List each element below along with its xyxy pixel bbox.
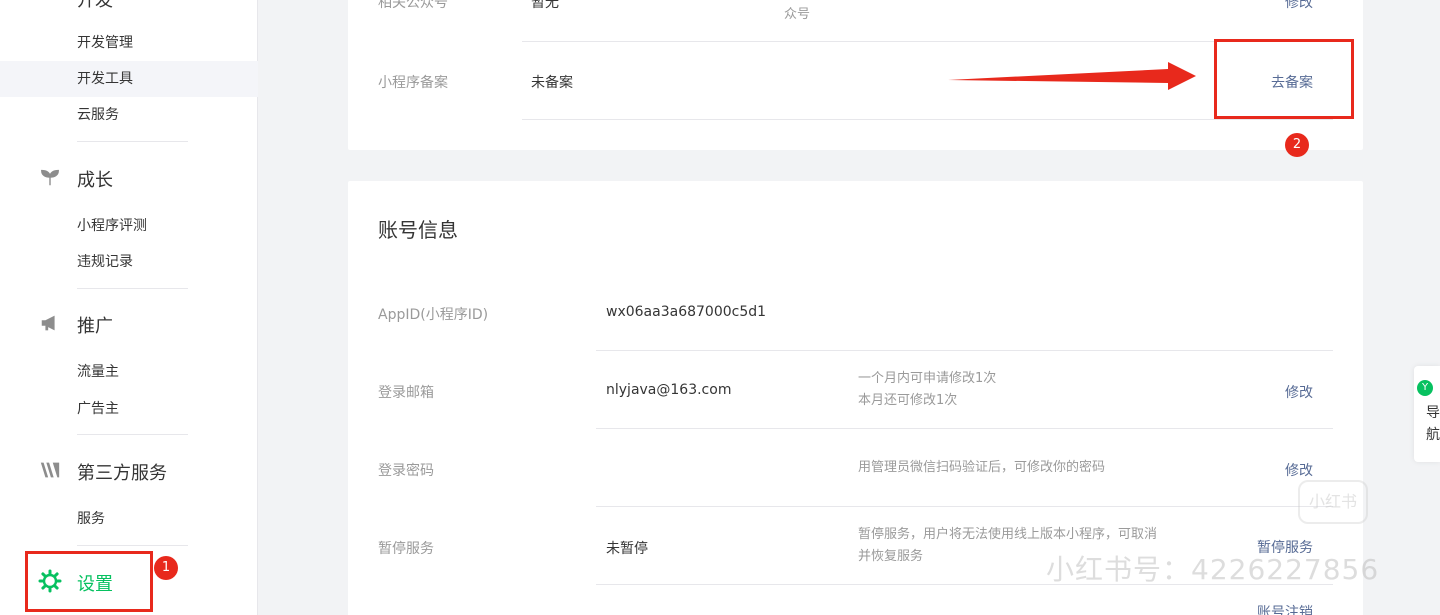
sidebar-item-dev-management[interactable]: 开发管理 — [0, 25, 258, 61]
related-account-modify-link[interactable]: 修改 — [1285, 0, 1313, 12]
red-arrow-annotation — [948, 62, 1196, 90]
annotation-box-settings — [25, 551, 153, 612]
sidebar-item-evaluation[interactable]: 小程序评测 — [0, 208, 258, 244]
sidebar-item-services[interactable]: 服务 — [0, 501, 258, 537]
row-divider — [596, 350, 1333, 351]
sidebar-divider — [77, 434, 188, 435]
watermark-logo: 小红书 — [1298, 480, 1368, 524]
row-divider — [596, 506, 1333, 507]
suspend-desc-line2: 并恢复服务 — [858, 549, 924, 564]
sidebar-divider — [77, 288, 188, 289]
watermark-text: 小红书号：4226227856 — [1046, 553, 1380, 586]
helper-text-line2: 航 — [1426, 427, 1440, 443]
related-account-label: 相关公众号 — [378, 0, 448, 11]
email-desc-line2: 本月还可修改1次 — [858, 393, 958, 408]
appid-value: wx06aa3a687000c5d1 — [606, 304, 767, 320]
sidebar-section-dev-title[interactable]: 开发 — [77, 0, 113, 12]
sidebar-item-advertiser[interactable]: 广告主 — [0, 391, 258, 427]
email-value: nlyjava@163.com — [606, 382, 732, 398]
floating-nav-helper[interactable]: Y 导 航 — [1414, 366, 1440, 462]
related-account-value: 暂无 — [531, 0, 559, 11]
third-party-icon — [38, 458, 62, 482]
appid-label: AppID(小程序ID) — [378, 307, 489, 323]
sprout-icon — [38, 165, 62, 189]
password-modify-link[interactable]: 修改 — [1285, 460, 1313, 480]
suspend-status-value: 未暂停 — [606, 541, 648, 557]
account-cancel-link[interactable]: 账号注销 — [1257, 602, 1313, 615]
sidebar-item-dev-tools[interactable]: 开发工具 — [0, 61, 258, 97]
suspend-label: 暂停服务 — [378, 541, 434, 557]
row-divider — [596, 428, 1333, 429]
related-account-desc: 众号 — [784, 7, 811, 22]
sidebar-section-third-party-title[interactable]: 第三方服务 — [77, 459, 167, 485]
email-desc-line1: 一个月内可申请修改1次 — [858, 371, 997, 386]
filing-status-value: 未备案 — [531, 75, 573, 91]
sidebar-item-cloud-service[interactable]: 云服务 — [0, 97, 258, 133]
megaphone-icon — [38, 311, 62, 335]
annotation-badge-2: 2 — [1285, 133, 1309, 157]
sidebar: 开发 开发管理 开发工具 云服务 成长 小程序评测 违规记录 推广 流量主 广告… — [0, 0, 258, 615]
sidebar-divider — [77, 545, 188, 546]
annotation-badge-1: 1 — [154, 556, 178, 580]
sidebar-section-growth-title[interactable]: 成长 — [77, 166, 113, 192]
email-modify-link[interactable]: 修改 — [1285, 382, 1313, 402]
account-info-title: 账号信息 — [378, 218, 458, 242]
password-label: 登录密码 — [378, 463, 434, 479]
row-divider — [522, 119, 1333, 120]
row-divider — [522, 41, 1333, 42]
suspend-desc-line1: 暂停服务，用户将无法使用线上版本小程序，可取消 — [858, 527, 1158, 542]
sidebar-divider — [77, 141, 188, 142]
helper-text-line1: 导 — [1426, 405, 1440, 421]
password-desc: 用管理员微信扫码验证后，可修改你的密码 — [858, 460, 1106, 475]
mini-program-info-card: 相关公众号 暂无 众号 修改 小程序备案 未备案 去备案 — [348, 0, 1363, 150]
sidebar-item-publisher[interactable]: 流量主 — [0, 354, 258, 390]
sidebar-item-violation-records[interactable]: 违规记录 — [0, 244, 258, 280]
email-label: 登录邮箱 — [378, 385, 434, 401]
sidebar-section-promotion-title[interactable]: 推广 — [77, 312, 113, 338]
annotation-box-filing — [1214, 39, 1354, 119]
helper-logo-icon: Y — [1417, 380, 1433, 396]
filing-label: 小程序备案 — [378, 75, 448, 91]
